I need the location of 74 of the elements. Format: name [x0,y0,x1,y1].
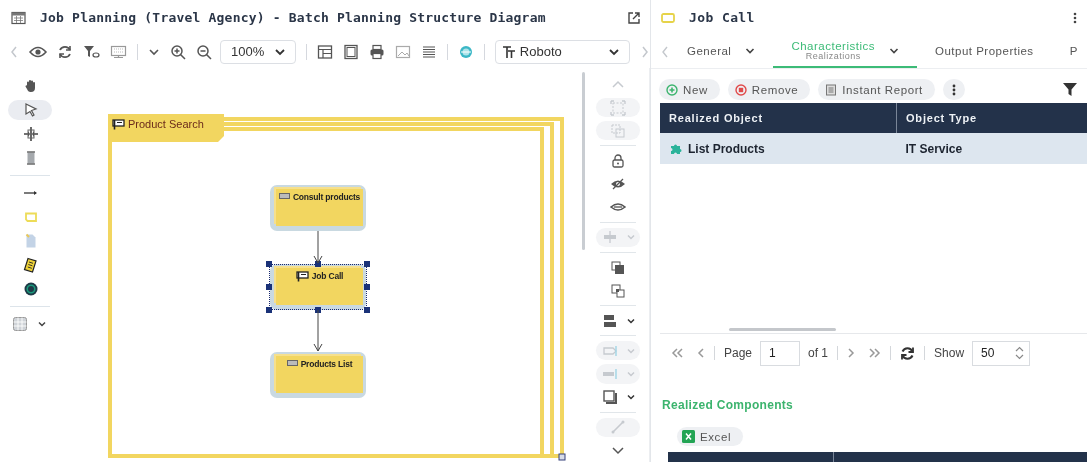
frame-title: Product Search [128,118,204,130]
external-link-icon[interactable] [627,10,641,25]
zoom-out-icon[interactable] [196,43,212,60]
scrollbar-thumb[interactable] [729,328,836,331]
page-count: of 1 [808,346,829,360]
refresh-icon[interactable] [900,345,916,361]
print-icon[interactable] [368,43,385,60]
show-label: Show [934,346,965,360]
kebab-icon[interactable] [1073,11,1077,24]
zoom-select[interactable]: 100% [220,39,296,64]
last-page-icon[interactable] [869,348,882,358]
table-cell[interactable]: List Products [660,133,897,164]
tab[interactable]: General [669,35,774,68]
pointer-icon[interactable] [23,102,39,118]
stack-icon[interactable] [602,312,618,329]
page-size-field[interactable]: 50 [972,340,1031,366]
lines-icon[interactable] [420,43,437,60]
circle-icon[interactable] [23,281,39,297]
grid-icon[interactable] [12,316,28,332]
screen-icon[interactable] [110,43,127,60]
column-header[interactable]: Object Type [896,103,1087,133]
more-button[interactable] [942,79,965,100]
refresh-icon[interactable] [57,43,73,60]
frame-icon [661,12,675,23]
plus-icon [666,83,678,96]
tab[interactable]: Output Properties [917,35,1052,68]
shadow-icon[interactable] [602,389,618,406]
action-button[interactable]: New [659,79,720,100]
remove-icon [734,83,747,96]
section-title: Realized Components [661,397,795,412]
table-cell[interactable]: IT Service [896,133,1087,164]
column-header[interactable]: Realized Object [660,103,897,133]
scrollbar-thumb[interactable] [582,72,585,250]
puzzle-icon [669,142,682,155]
tab[interactable]: P [1051,35,1078,68]
filter-icon[interactable] [83,43,100,60]
spreadsheet-icon [682,430,695,443]
first-page-icon[interactable] [671,348,683,358]
calendar-icon [11,10,26,25]
lock-icon[interactable] [610,153,626,169]
storage-icon [286,359,298,367]
filter-icon[interactable] [1063,83,1077,96]
send-back-icon[interactable] [610,282,626,299]
connector-arrow [313,310,323,352]
font-select[interactable]: Roboto [494,39,630,64]
storage-icon [278,192,290,200]
node-label: Consult products [292,192,361,202]
kebab-icon [951,83,956,96]
bring-front-icon[interactable] [610,259,626,276]
next-page-icon[interactable] [847,348,856,358]
page-field[interactable]: 1 [760,340,801,366]
split-icon[interactable] [23,126,39,142]
object-name: List Products [688,141,765,156]
action-button[interactable]: Instant Report [818,79,935,100]
font-icon [501,44,516,59]
node-label: Job Call [311,271,344,281]
previous-page-icon[interactable] [697,348,705,358]
page-icon[interactable] [342,43,359,60]
spinner-icon [1015,346,1025,360]
caret-icon[interactable] [37,319,47,329]
node-label: Products List [300,359,353,369]
action-button[interactable]: Remove [727,79,811,100]
flag-icon [295,271,309,282]
flag-icon [112,118,125,130]
zoom-in-icon[interactable] [170,43,186,60]
layout-icon[interactable] [316,43,333,60]
report-icon [825,83,838,96]
connector-arrow [313,231,323,264]
note-icon[interactable] [23,257,39,273]
window-title: Job Planning (Travel Agency) - Batch Planning Structure Diagram [40,10,547,25]
excel-button[interactable]: Excel [677,427,744,446]
tab[interactable]: Characteristics Realizations [773,35,917,68]
page-label: Page [724,346,753,360]
panel-title: Job Call [689,10,756,25]
